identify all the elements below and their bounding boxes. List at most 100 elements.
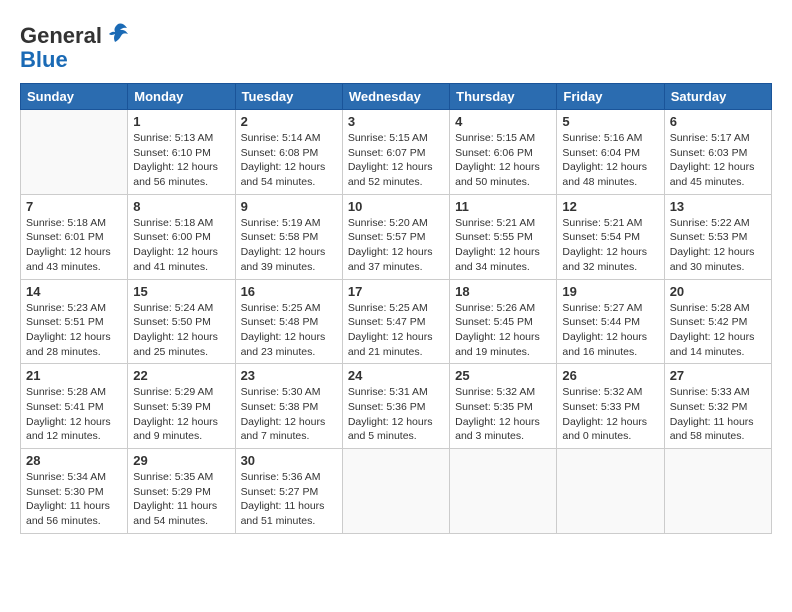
calendar-cell: 28 Sunrise: 5:34 AM Sunset: 5:30 PM Dayl… [21, 449, 128, 534]
day-number: 2 [241, 114, 337, 129]
calendar-cell: 1 Sunrise: 5:13 AM Sunset: 6:10 PM Dayli… [128, 110, 235, 195]
day-number: 18 [455, 284, 551, 299]
calendar-cell: 12 Sunrise: 5:21 AM Sunset: 5:54 PM Dayl… [557, 194, 664, 279]
day-info: Sunrise: 5:30 AM Sunset: 5:38 PM Dayligh… [241, 385, 337, 444]
day-number: 8 [133, 199, 229, 214]
day-header-sunday: Sunday [21, 84, 128, 110]
calendar: SundayMondayTuesdayWednesdayThursdayFrid… [20, 83, 772, 534]
day-number: 20 [670, 284, 766, 299]
calendar-cell: 24 Sunrise: 5:31 AM Sunset: 5:36 PM Dayl… [342, 364, 449, 449]
day-info: Sunrise: 5:31 AM Sunset: 5:36 PM Dayligh… [348, 385, 444, 444]
calendar-cell: 3 Sunrise: 5:15 AM Sunset: 6:07 PM Dayli… [342, 110, 449, 195]
day-header-monday: Monday [128, 84, 235, 110]
calendar-cell: 23 Sunrise: 5:30 AM Sunset: 5:38 PM Dayl… [235, 364, 342, 449]
calendar-cell [450, 449, 557, 534]
calendar-cell: 26 Sunrise: 5:32 AM Sunset: 5:33 PM Dayl… [557, 364, 664, 449]
day-info: Sunrise: 5:29 AM Sunset: 5:39 PM Dayligh… [133, 385, 229, 444]
day-number: 14 [26, 284, 122, 299]
calendar-cell: 13 Sunrise: 5:22 AM Sunset: 5:53 PM Dayl… [664, 194, 771, 279]
day-info: Sunrise: 5:34 AM Sunset: 5:30 PM Dayligh… [26, 470, 122, 529]
day-header-tuesday: Tuesday [235, 84, 342, 110]
calendar-cell: 6 Sunrise: 5:17 AM Sunset: 6:03 PM Dayli… [664, 110, 771, 195]
week-row-1: 1 Sunrise: 5:13 AM Sunset: 6:10 PM Dayli… [21, 110, 772, 195]
calendar-cell [557, 449, 664, 534]
calendar-cell: 7 Sunrise: 5:18 AM Sunset: 6:01 PM Dayli… [21, 194, 128, 279]
day-info: Sunrise: 5:15 AM Sunset: 6:07 PM Dayligh… [348, 131, 444, 190]
day-header-wednesday: Wednesday [342, 84, 449, 110]
day-info: Sunrise: 5:26 AM Sunset: 5:45 PM Dayligh… [455, 301, 551, 360]
calendar-cell: 9 Sunrise: 5:19 AM Sunset: 5:58 PM Dayli… [235, 194, 342, 279]
day-number: 4 [455, 114, 551, 129]
day-info: Sunrise: 5:36 AM Sunset: 5:27 PM Dayligh… [241, 470, 337, 529]
day-info: Sunrise: 5:27 AM Sunset: 5:44 PM Dayligh… [562, 301, 658, 360]
day-info: Sunrise: 5:32 AM Sunset: 5:33 PM Dayligh… [562, 385, 658, 444]
calendar-cell [342, 449, 449, 534]
week-row-3: 14 Sunrise: 5:23 AM Sunset: 5:51 PM Dayl… [21, 279, 772, 364]
day-number: 3 [348, 114, 444, 129]
day-number: 30 [241, 453, 337, 468]
day-info: Sunrise: 5:22 AM Sunset: 5:53 PM Dayligh… [670, 216, 766, 275]
day-header-saturday: Saturday [664, 84, 771, 110]
day-number: 27 [670, 368, 766, 383]
calendar-cell [21, 110, 128, 195]
day-number: 21 [26, 368, 122, 383]
day-info: Sunrise: 5:16 AM Sunset: 6:04 PM Dayligh… [562, 131, 658, 190]
day-number: 1 [133, 114, 229, 129]
calendar-cell: 5 Sunrise: 5:16 AM Sunset: 6:04 PM Dayli… [557, 110, 664, 195]
day-number: 13 [670, 199, 766, 214]
day-info: Sunrise: 5:32 AM Sunset: 5:35 PM Dayligh… [455, 385, 551, 444]
day-info: Sunrise: 5:28 AM Sunset: 5:41 PM Dayligh… [26, 385, 122, 444]
day-number: 25 [455, 368, 551, 383]
day-number: 24 [348, 368, 444, 383]
calendar-cell: 25 Sunrise: 5:32 AM Sunset: 5:35 PM Dayl… [450, 364, 557, 449]
calendar-cell: 10 Sunrise: 5:20 AM Sunset: 5:57 PM Dayl… [342, 194, 449, 279]
logo-bird-icon [105, 20, 131, 51]
day-number: 28 [26, 453, 122, 468]
day-number: 7 [26, 199, 122, 214]
day-number: 17 [348, 284, 444, 299]
calendar-cell: 11 Sunrise: 5:21 AM Sunset: 5:55 PM Dayl… [450, 194, 557, 279]
day-number: 22 [133, 368, 229, 383]
calendar-cell: 4 Sunrise: 5:15 AM Sunset: 6:06 PM Dayli… [450, 110, 557, 195]
week-row-4: 21 Sunrise: 5:28 AM Sunset: 5:41 PM Dayl… [21, 364, 772, 449]
day-info: Sunrise: 5:25 AM Sunset: 5:47 PM Dayligh… [348, 301, 444, 360]
day-info: Sunrise: 5:25 AM Sunset: 5:48 PM Dayligh… [241, 301, 337, 360]
calendar-cell: 19 Sunrise: 5:27 AM Sunset: 5:44 PM Dayl… [557, 279, 664, 364]
day-info: Sunrise: 5:15 AM Sunset: 6:06 PM Dayligh… [455, 131, 551, 190]
calendar-cell: 20 Sunrise: 5:28 AM Sunset: 5:42 PM Dayl… [664, 279, 771, 364]
day-info: Sunrise: 5:35 AM Sunset: 5:29 PM Dayligh… [133, 470, 229, 529]
day-number: 10 [348, 199, 444, 214]
day-info: Sunrise: 5:18 AM Sunset: 6:00 PM Dayligh… [133, 216, 229, 275]
week-row-2: 7 Sunrise: 5:18 AM Sunset: 6:01 PM Dayli… [21, 194, 772, 279]
logo-general-text: General [20, 23, 102, 49]
day-info: Sunrise: 5:21 AM Sunset: 5:55 PM Dayligh… [455, 216, 551, 275]
day-info: Sunrise: 5:28 AM Sunset: 5:42 PM Dayligh… [670, 301, 766, 360]
day-number: 6 [670, 114, 766, 129]
calendar-cell: 2 Sunrise: 5:14 AM Sunset: 6:08 PM Dayli… [235, 110, 342, 195]
day-number: 29 [133, 453, 229, 468]
calendar-cell: 27 Sunrise: 5:33 AM Sunset: 5:32 PM Dayl… [664, 364, 771, 449]
calendar-cell: 16 Sunrise: 5:25 AM Sunset: 5:48 PM Dayl… [235, 279, 342, 364]
day-info: Sunrise: 5:20 AM Sunset: 5:57 PM Dayligh… [348, 216, 444, 275]
day-info: Sunrise: 5:17 AM Sunset: 6:03 PM Dayligh… [670, 131, 766, 190]
day-info: Sunrise: 5:14 AM Sunset: 6:08 PM Dayligh… [241, 131, 337, 190]
day-number: 5 [562, 114, 658, 129]
day-header-friday: Friday [557, 84, 664, 110]
calendar-cell: 29 Sunrise: 5:35 AM Sunset: 5:29 PM Dayl… [128, 449, 235, 534]
calendar-cell: 17 Sunrise: 5:25 AM Sunset: 5:47 PM Dayl… [342, 279, 449, 364]
day-info: Sunrise: 5:18 AM Sunset: 6:01 PM Dayligh… [26, 216, 122, 275]
week-row-5: 28 Sunrise: 5:34 AM Sunset: 5:30 PM Dayl… [21, 449, 772, 534]
logo-blue-text: Blue [20, 47, 68, 73]
day-number: 15 [133, 284, 229, 299]
day-number: 11 [455, 199, 551, 214]
calendar-cell: 15 Sunrise: 5:24 AM Sunset: 5:50 PM Dayl… [128, 279, 235, 364]
day-info: Sunrise: 5:24 AM Sunset: 5:50 PM Dayligh… [133, 301, 229, 360]
day-info: Sunrise: 5:23 AM Sunset: 5:51 PM Dayligh… [26, 301, 122, 360]
calendar-cell: 22 Sunrise: 5:29 AM Sunset: 5:39 PM Dayl… [128, 364, 235, 449]
calendar-cell: 18 Sunrise: 5:26 AM Sunset: 5:45 PM Dayl… [450, 279, 557, 364]
calendar-cell: 21 Sunrise: 5:28 AM Sunset: 5:41 PM Dayl… [21, 364, 128, 449]
day-number: 12 [562, 199, 658, 214]
day-number: 26 [562, 368, 658, 383]
calendar-cell [664, 449, 771, 534]
day-header-thursday: Thursday [450, 84, 557, 110]
